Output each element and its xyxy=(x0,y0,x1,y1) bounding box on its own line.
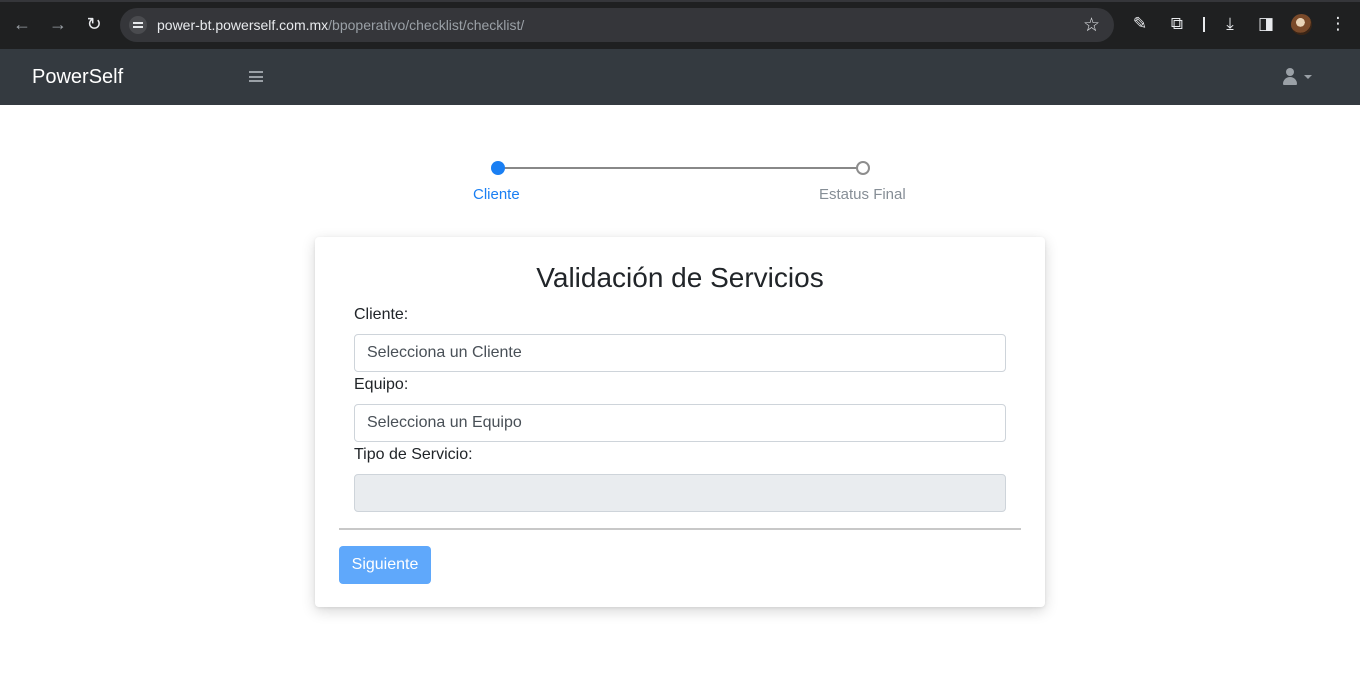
url-text[interactable]: power-bt.powerself.com.mx/bpoperativo/ch… xyxy=(157,17,524,33)
form-title: Validación de Servicios xyxy=(536,262,824,293)
step-dot-estatus-final xyxy=(856,161,870,175)
tipo-servicio-field xyxy=(354,474,1006,512)
side-panel-icon[interactable]: ◨ xyxy=(1255,13,1277,35)
step-label-cliente: Cliente xyxy=(473,186,520,203)
service-validation-card: Validación de Servicios Cliente: Selecci… xyxy=(315,237,1045,607)
caret-down-icon xyxy=(1304,75,1312,79)
app-navbar: PowerSelf xyxy=(0,49,1360,105)
toolbar-separator xyxy=(1203,17,1205,32)
address-bar[interactable]: power-bt.powerself.com.mx/bpoperativo/ch… xyxy=(120,8,1114,42)
browser-toolbar: ← → ↻ power-bt.powerself.com.mx/bpoperat… xyxy=(0,0,1360,49)
step-dot-cliente xyxy=(491,161,505,175)
back-arrow-icon[interactable]: ← xyxy=(12,14,32,34)
site-info-icon[interactable] xyxy=(129,16,147,34)
download-icon[interactable]: ⤓ xyxy=(1219,13,1241,35)
bookmark-star-icon[interactable]: ☆ xyxy=(1083,14,1100,37)
brand-logo-text[interactable]: PowerSelf xyxy=(32,66,123,89)
url-path: /bpoperativo/checklist/checklist/ xyxy=(328,17,525,33)
extensions-puzzle-icon[interactable]: ⧉ xyxy=(1166,13,1188,35)
eyedropper-icon[interactable]: ✎ xyxy=(1129,13,1151,35)
forward-arrow-icon[interactable]: → xyxy=(48,14,68,34)
tipo-servicio-label: Tipo de Servicio: xyxy=(354,446,473,463)
hamburger-menu-icon[interactable] xyxy=(249,71,263,82)
next-button[interactable]: Siguiente xyxy=(339,546,431,584)
user-menu-dropdown[interactable] xyxy=(1280,67,1314,87)
more-menu-icon[interactable]: ⋮ xyxy=(1327,13,1349,35)
tab-strip-edge xyxy=(0,0,1360,2)
cliente-label: Cliente: xyxy=(354,306,409,323)
equipo-label: Equipo: xyxy=(354,376,409,393)
reload-icon[interactable]: ↻ xyxy=(84,14,104,34)
stepper-connector-line xyxy=(498,167,863,169)
cliente-select[interactable]: Selecciona un Cliente xyxy=(354,334,1006,372)
profile-avatar[interactable] xyxy=(1291,14,1312,35)
form-divider xyxy=(339,528,1021,530)
url-host: power-bt.powerself.com.mx xyxy=(157,17,329,33)
step-label-estatus-final: Estatus Final xyxy=(819,186,906,203)
progress-stepper: Cliente Estatus Final xyxy=(470,158,910,208)
equipo-select[interactable]: Selecciona un Equipo xyxy=(354,404,1006,442)
user-icon xyxy=(1282,68,1298,85)
